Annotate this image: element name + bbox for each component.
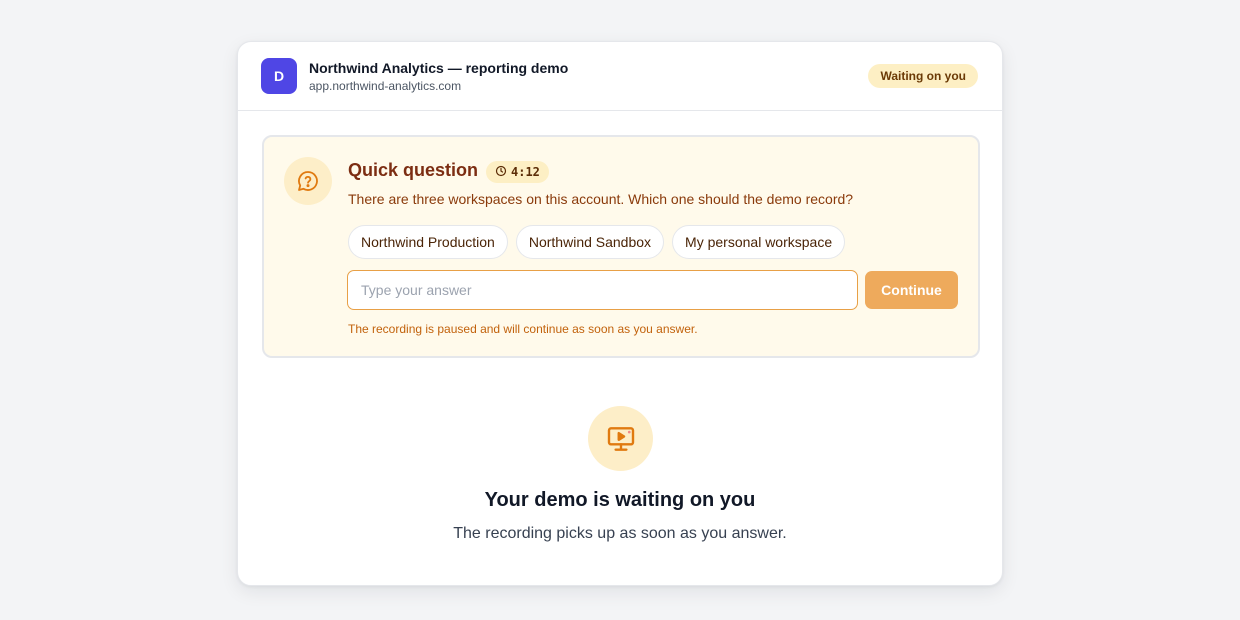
option-northwind-production[interactable]: Northwind Production	[348, 225, 508, 259]
question-panel: Quick question 4:12 There are three work…	[262, 135, 980, 358]
card-header: D Northwind Analytics — reporting demo a…	[238, 42, 1002, 111]
question-text: There are three workspaces on this accou…	[348, 191, 854, 207]
answer-options: Northwind Production Northwind Sandbox M…	[348, 225, 846, 259]
timer-value: 4:12	[511, 165, 540, 179]
question-bubble-icon	[284, 157, 332, 205]
paused-note: The recording is paused and will continu…	[348, 322, 698, 336]
question-title: Quick question	[348, 160, 479, 180]
site-url: app.northwind-analytics.com	[309, 79, 462, 93]
clock-icon	[495, 165, 507, 180]
avatar: D	[261, 58, 297, 94]
page-title: Northwind Analytics — reporting demo	[309, 60, 569, 76]
continue-button[interactable]: Continue	[865, 271, 958, 309]
option-personal-workspace[interactable]: My personal workspace	[672, 225, 846, 259]
monitor-play-icon	[588, 406, 653, 471]
waiting-subtitle: The recording picks up as soon as you an…	[453, 525, 787, 542]
status-badge: Waiting on you	[868, 64, 978, 88]
waiting-title: Your demo is waiting on you	[484, 489, 756, 511]
timer-badge: 4:12	[486, 161, 549, 183]
option-northwind-sandbox[interactable]: Northwind Sandbox	[515, 225, 665, 259]
answer-input[interactable]	[347, 270, 858, 310]
demo-card: D Northwind Analytics — reporting demo a…	[237, 41, 1003, 586]
